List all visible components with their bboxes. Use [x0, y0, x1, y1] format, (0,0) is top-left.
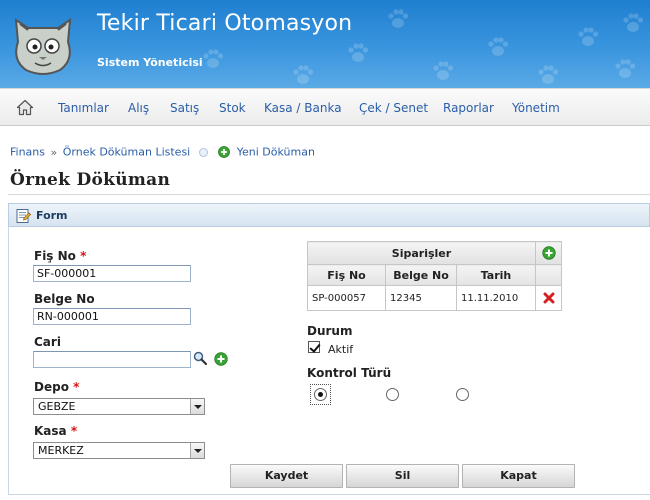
nav-item-satis[interactable]: Satış [170, 101, 199, 115]
add-order-cell [535, 241, 562, 265]
kasa-label: Kasa * [34, 424, 77, 438]
nav-item-kasa-banka[interactable]: Kasa / Banka [264, 101, 342, 115]
app-title: Tekir Ticari Otomasyon [97, 11, 353, 36]
breadcrumb-finans[interactable]: Finans [10, 146, 45, 159]
fis-no-label-text: Fiş No [34, 249, 76, 263]
chevron-down-icon[interactable] [190, 443, 204, 458]
paw-print-icon [578, 27, 599, 46]
breadcrumb-separator: » [50, 145, 58, 159]
durum-label: Durum [307, 324, 353, 338]
column-header: Belge No [385, 264, 457, 286]
kontrol-radio-3[interactable] [456, 388, 469, 401]
cari-label: Cari [34, 335, 61, 349]
required-marker: * [80, 249, 87, 263]
depo-select[interactable]: GEBZE [33, 398, 205, 415]
aktif-label: Aktif [328, 343, 354, 356]
form-document-icon [16, 209, 31, 223]
paw-print-icon [538, 65, 559, 84]
table-row[interactable]: SP-000057 12345 11.11.2010 [307, 285, 562, 311]
belge-no-label: Belge No [34, 292, 95, 306]
close-button[interactable]: Kapat [462, 464, 575, 488]
nav-item-tanimlar[interactable]: Tanımlar [58, 101, 109, 115]
kontrol-radio-2[interactable] [386, 388, 399, 401]
kasa-label-text: Kasa [34, 424, 67, 438]
kontrol-radio-1[interactable] [314, 388, 327, 401]
kasa-selected-value: MERKEZ [38, 444, 84, 457]
aktif-checkbox[interactable] [308, 341, 320, 353]
delete-button[interactable]: Sil [346, 464, 459, 488]
cat-logo-icon [14, 18, 72, 75]
add-icon[interactable] [541, 246, 556, 260]
add-cari-icon[interactable] [214, 352, 228, 366]
new-document-link[interactable]: Yeni Döküman [237, 146, 315, 159]
page-title: Örnek Döküman [10, 170, 171, 190]
save-button[interactable]: Kaydet [230, 464, 343, 488]
belge-no-input[interactable]: RN-000001 [33, 308, 191, 325]
breadcrumb-list-link[interactable]: Örnek Döküman Listesi [63, 146, 191, 159]
search-icon[interactable] [193, 351, 207, 365]
breadcrumb: Finans » Örnek Döküman Listesi Yeni Dökü… [10, 145, 315, 159]
order-tarih: 11.11.2010 [456, 285, 536, 311]
nav-item-raporlar[interactable]: Raporlar [443, 101, 494, 115]
column-header [535, 264, 562, 286]
form-panel-header: Form [8, 203, 650, 227]
depo-label: Depo * [34, 380, 79, 394]
kasa-select[interactable]: MERKEZ [33, 442, 205, 459]
paw-print-icon [293, 65, 314, 84]
fis-no-input[interactable]: SF-000001 [33, 265, 191, 282]
kontrol-turu-label: Kontrol Türü [307, 366, 392, 380]
paw-print-icon [348, 43, 369, 62]
depo-label-text: Depo [34, 380, 69, 394]
paw-print-icon [488, 37, 509, 56]
order-fis-no: SP-000057 [307, 285, 386, 311]
main-nav: Tanımlar Alış Satış Stok Kasa / Banka Çe… [0, 88, 650, 126]
nav-item-alis[interactable]: Alış [128, 101, 149, 115]
paw-print-icon [203, 49, 224, 68]
delete-cell [535, 285, 562, 311]
title-divider [8, 194, 650, 195]
delete-icon[interactable] [543, 292, 555, 304]
paw-print-icon [433, 61, 454, 80]
user-role-label: Sistem Yöneticisi [97, 56, 203, 69]
nav-item-stok[interactable]: Stok [219, 101, 246, 115]
nav-item-yonetim[interactable]: Yönetim [512, 101, 560, 115]
siparisler-title: Siparişler [307, 241, 536, 265]
paw-print-icon [615, 59, 636, 78]
paw-print-icon [388, 9, 409, 28]
form-panel-title: Form [36, 209, 68, 222]
required-marker: * [70, 424, 78, 438]
column-header: Fiş No [307, 264, 386, 286]
order-belge-no: 12345 [385, 285, 457, 311]
paw-print-icon [623, 13, 644, 32]
home-icon[interactable] [16, 99, 34, 116]
column-header: Tarih [456, 264, 536, 286]
circle-icon [198, 147, 208, 157]
chevron-down-icon[interactable] [190, 399, 204, 414]
add-icon[interactable] [218, 146, 231, 158]
fis-no-label: Fiş No * [34, 249, 86, 263]
cari-input[interactable] [33, 351, 191, 368]
depo-selected-value: GEBZE [38, 400, 76, 413]
app-header: Tekir Ticari Otomasyon Sistem Yöneticisi [0, 0, 650, 88]
nav-item-cek-senet[interactable]: Çek / Senet [359, 101, 428, 115]
required-marker: * [73, 380, 80, 394]
siparisler-table: Siparişler Fiş No Belge No Tarih SP-0000… [307, 241, 562, 311]
